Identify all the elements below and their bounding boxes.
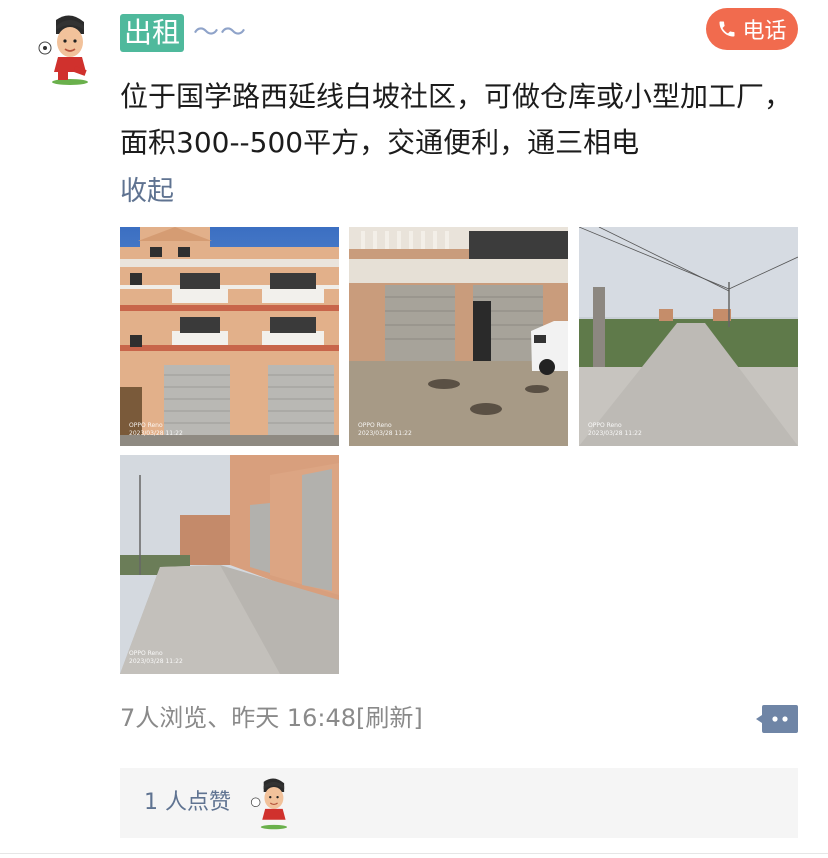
- photo-watermark: OPPO Reno 2023/03/28 11:22: [358, 422, 412, 437]
- photo-watermark: OPPO Reno 2023/03/28 11:22: [129, 650, 183, 665]
- post-content: 位于国学路西延线白坡社区，可做仓库或小型加工厂，面积300--500平方，交通便…: [120, 80, 793, 159]
- photo-building-facade[interactable]: OPPO Reno 2023/03/28 11:22: [120, 227, 339, 446]
- liker-avatar[interactable]: [244, 776, 298, 830]
- photo-watermark: OPPO Reno 2023/03/28 11:22: [129, 422, 183, 437]
- photo-street[interactable]: OPPO Reno 2023/03/28 11:22: [120, 455, 339, 674]
- user-avatar[interactable]: [34, 12, 98, 86]
- comment-icon: [756, 705, 798, 733]
- phone-icon: [719, 21, 735, 37]
- divider: [0, 853, 828, 854]
- likes-section: 1 人点赞: [120, 768, 798, 838]
- collapse-link[interactable]: 收起: [120, 172, 174, 212]
- photo-road[interactable]: OPPO Reno 2023/03/28 11:22: [579, 227, 798, 446]
- call-button[interactable]: 电话: [706, 8, 798, 50]
- likes-count[interactable]: 1 人点赞: [144, 785, 231, 821]
- rental-tag: 出租: [120, 14, 185, 52]
- photo-shop-shutters[interactable]: OPPO Reno 2023/03/28 11:22: [349, 227, 568, 446]
- tag-suffix: ～～: [193, 18, 248, 48]
- view-count-and-time: 7人浏览、昨天 16:48[刷新]: [120, 704, 423, 732]
- call-button-label: 电话: [742, 19, 787, 44]
- photo-watermark: OPPO Reno 2023/03/28 11:22: [588, 422, 642, 437]
- comment-button[interactable]: [756, 705, 798, 733]
